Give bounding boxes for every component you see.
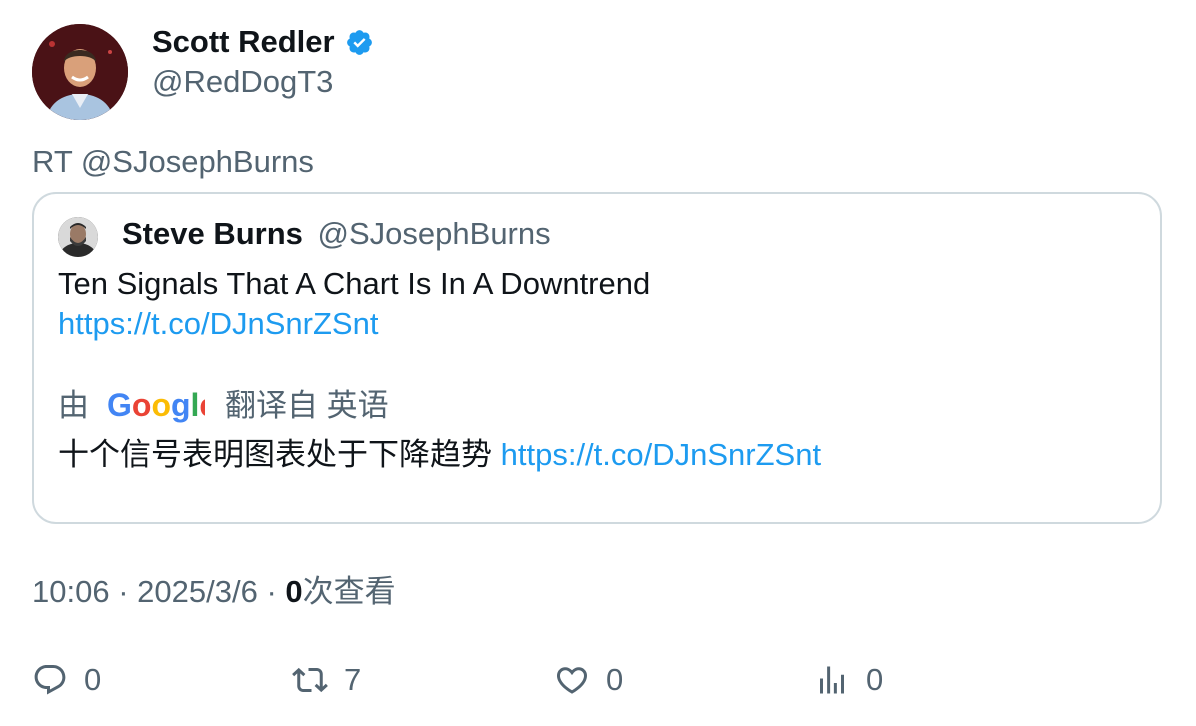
views-count: 0	[285, 574, 303, 609]
verified-badge-icon	[346, 29, 372, 55]
translate-prefix: 由	[58, 388, 89, 423]
translate-suffix: 翻译自 英语	[225, 388, 389, 423]
tweet-time[interactable]: 10:06	[32, 574, 110, 609]
quoted-header: Steve Burns @SJosephBurns	[122, 214, 551, 254]
retweet-count: 7	[344, 662, 362, 697]
reply-icon	[34, 665, 66, 695]
action-bar: 0 7 0 0	[32, 660, 1162, 700]
quoted-avatar-photo	[58, 217, 98, 257]
google-logo-icon: Google	[107, 389, 205, 423]
quoted-author-name[interactable]: Steve Burns	[122, 216, 303, 251]
retweet-line: RT @SJosephBurns	[32, 144, 314, 179]
reply-count: 0	[84, 662, 102, 697]
analytics-icon	[820, 666, 844, 694]
tweet-date[interactable]: 2025/3/6	[137, 574, 258, 609]
retweet-button[interactable]: 7	[292, 660, 361, 700]
retweet-icon	[292, 667, 328, 693]
quoted-tweet-card[interactable]: Steve Burns @SJosephBurns Ten Signals Th…	[32, 192, 1162, 524]
tweet-meta: 10:06 · 2025/3/6 · 0次查看	[32, 572, 396, 612]
svg-text:Google: Google	[107, 389, 205, 423]
author-name-text: Scott Redler	[152, 24, 335, 59]
views-label: 次查看	[302, 574, 396, 609]
translated-body: 十个信号表明图表处于下降趋势	[58, 437, 492, 472]
views-action-count: 0	[866, 662, 884, 697]
reply-button[interactable]: 0	[32, 660, 101, 700]
quoted-author-handle[interactable]: @SJosephBurns	[318, 216, 551, 251]
quoted-author-avatar[interactable]	[58, 217, 98, 257]
quoted-tweet-text: Ten Signals That A Chart Is In A Downtre…	[58, 266, 651, 301]
translated-link[interactable]: https://t.co/DJnSnrZSnt	[501, 437, 821, 472]
author-name[interactable]: Scott Redler	[152, 22, 374, 62]
translated-text: 十个信号表明图表处于下降趋势 https://t.co/DJnSnrZSnt	[58, 435, 821, 475]
like-count: 0	[606, 662, 624, 697]
translation-attribution: 由 Google 翻译自 英语	[58, 386, 389, 426]
meta-separator: ·	[118, 574, 129, 609]
quoted-tweet-link[interactable]: https://t.co/DJnSnrZSnt	[58, 304, 378, 344]
heart-icon	[556, 667, 588, 694]
author-handle[interactable]: @RedDogT3	[152, 62, 333, 102]
like-button[interactable]: 0	[554, 660, 623, 700]
author-avatar[interactable]	[32, 24, 128, 120]
views-button[interactable]: 0	[814, 660, 883, 700]
avatar-photo	[32, 24, 128, 120]
meta-separator: ·	[266, 574, 277, 609]
